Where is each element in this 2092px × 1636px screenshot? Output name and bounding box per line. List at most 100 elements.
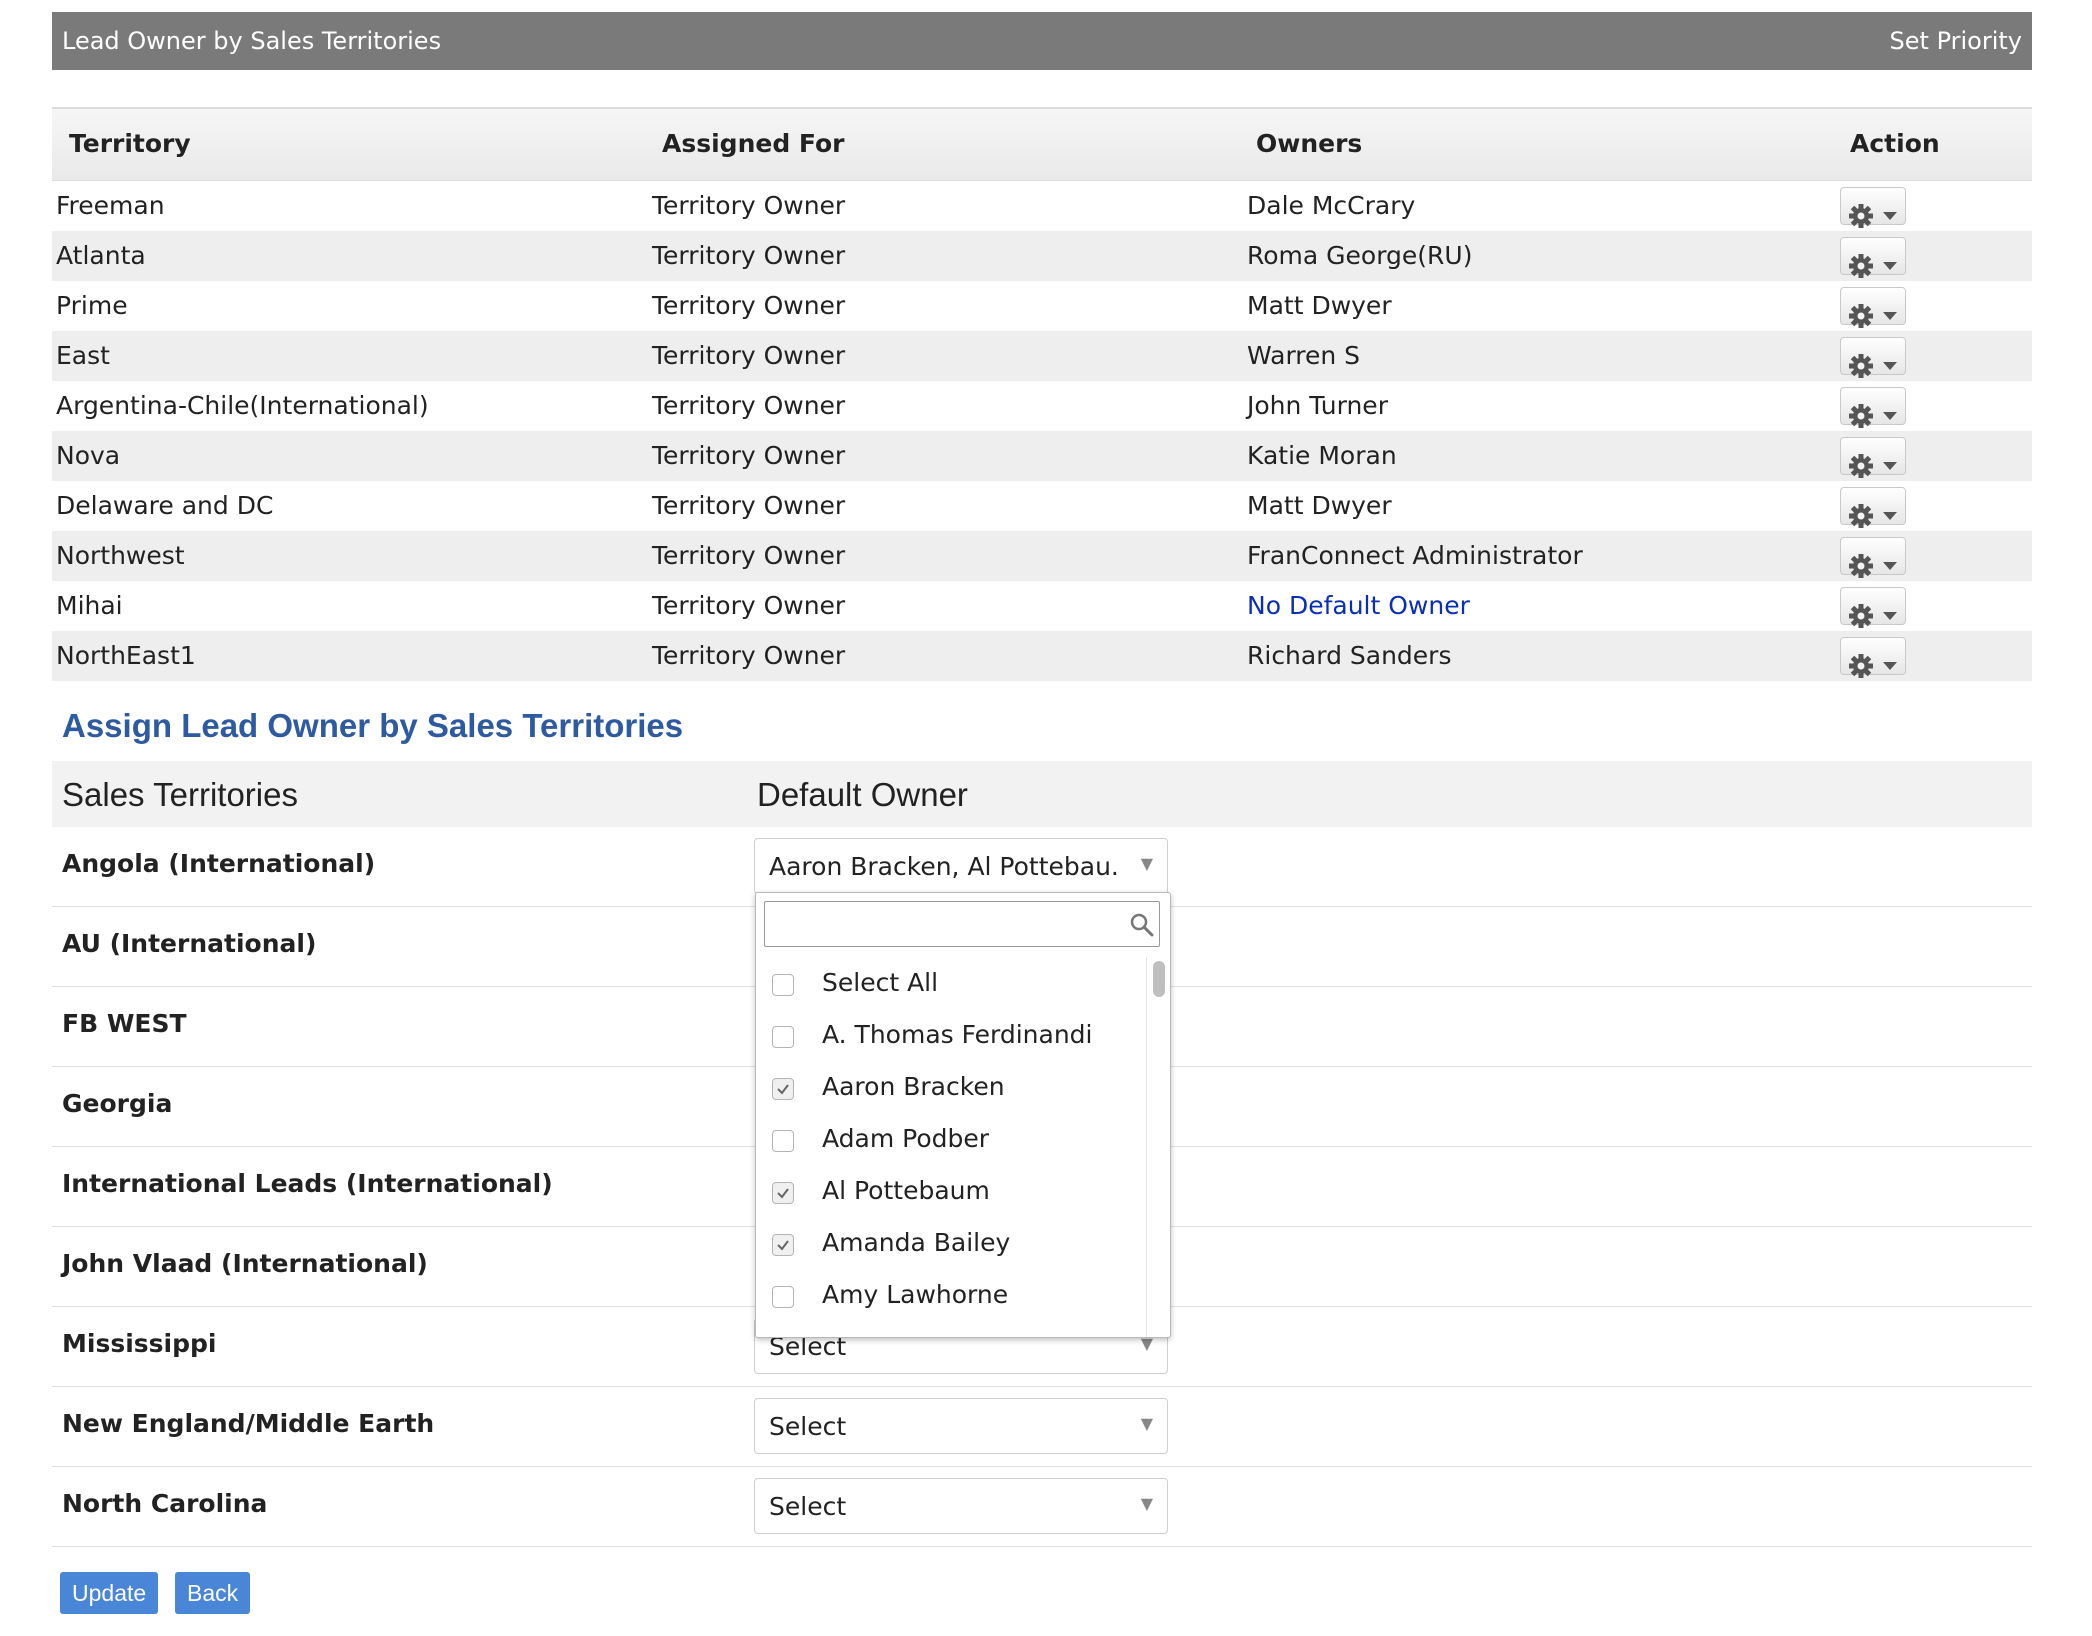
table-row: Northwest Territory Owner FranConnect Admi… xyxy=(52,531,2032,581)
assigned-for-cell: Territory Owner xyxy=(652,541,846,570)
set-priority-link[interactable]: Set Priority xyxy=(1890,27,2022,55)
page-header-bar: Lead Owner by Sales Territories Set Prio… xyxy=(52,12,2032,70)
column-header-owners: Owners xyxy=(1256,129,1363,158)
territory-label: Mississippi xyxy=(62,1329,217,1358)
action-gear-button[interactable] xyxy=(1840,537,1906,578)
action-gear-button[interactable] xyxy=(1840,487,1906,528)
back-button[interactable]: Back xyxy=(175,1572,251,1614)
assigned-for-cell: Territory Owner xyxy=(652,591,846,620)
territory-cell: NorthEast1 xyxy=(56,641,196,670)
territory-label: FB WEST xyxy=(62,1009,187,1038)
assigned-for-cell: Territory Owner xyxy=(652,191,846,220)
assigned-for-cell: Territory Owner xyxy=(652,241,846,270)
assigned-for-cell: Territory Owner xyxy=(652,491,846,520)
owner-option[interactable]: Amy Lawhorne xyxy=(756,1269,1146,1321)
option-checkbox[interactable] xyxy=(772,1130,794,1152)
action-gear-button[interactable] xyxy=(1840,587,1906,628)
territory-cell: Northwest xyxy=(56,541,185,570)
table-row: Delaware and DC Territory Owner Matt Dwyer xyxy=(52,481,2032,531)
owner-option[interactable]: Select All xyxy=(756,957,1146,1009)
option-checkbox[interactable] xyxy=(772,1234,794,1256)
territory-cell: Argentina-Chile(International) xyxy=(56,391,429,420)
owner-cell: Katie Moran xyxy=(1247,441,1397,470)
action-gear-button[interactable] xyxy=(1840,637,1906,678)
territory-label: Georgia xyxy=(62,1089,173,1118)
owner-cell: Roma George(RU) xyxy=(1247,241,1473,270)
column-header-action: Action xyxy=(1850,129,1940,158)
chevron-down-icon: ▼ xyxy=(1140,1494,1153,1513)
action-gear-button[interactable] xyxy=(1840,437,1906,478)
option-label: Amanda Bailey xyxy=(822,1228,1011,1257)
action-gear-button[interactable] xyxy=(1840,337,1906,378)
assigned-for-cell: Territory Owner xyxy=(652,441,846,470)
territory-cell: Delaware and DC xyxy=(56,491,274,520)
assigned-for-cell: Territory Owner xyxy=(652,641,846,670)
territory-table-header: Territory Assigned For Owners Action xyxy=(52,107,2032,181)
option-label: Select All xyxy=(822,968,939,997)
table-row: Argentina-Chile(International) Territory … xyxy=(52,381,2032,431)
assigned-for-cell: Territory Owner xyxy=(652,291,846,320)
action-gear-button[interactable] xyxy=(1840,237,1906,278)
column-header-default-owner: Default Owner xyxy=(757,776,968,813)
option-checkbox[interactable] xyxy=(772,1078,794,1100)
owner-option[interactable]: Adam Podber xyxy=(756,1113,1146,1165)
select-value: Aaron Bracken, Al Pottebau... xyxy=(769,852,1119,881)
table-row: NorthEast1 Territory Owner Richard Sanders xyxy=(52,631,2032,681)
territory-label: John Vlaad (International) xyxy=(62,1249,428,1278)
assigned-for-cell: Territory Owner xyxy=(652,391,846,420)
option-checkbox[interactable] xyxy=(772,1182,794,1204)
option-checkbox[interactable] xyxy=(772,1286,794,1308)
owner-multiselect-dropdown[interactable]: Select All A. Thomas Ferdinandi Aaron Brac… xyxy=(755,892,1171,1338)
option-checkbox[interactable] xyxy=(772,1026,794,1048)
owner-option[interactable]: A. Thomas Ferdinandi xyxy=(756,1009,1146,1061)
owner-option[interactable]: Al Pottebaum xyxy=(756,1165,1146,1217)
update-button[interactable]: Update xyxy=(60,1572,159,1614)
action-gear-button[interactable] xyxy=(1840,387,1906,428)
option-checkbox[interactable] xyxy=(772,974,794,996)
default-owner-select[interactable]: Select ▼ xyxy=(754,1398,1168,1454)
territory-cell: Freeman xyxy=(56,191,165,220)
table-row: Mihai Territory Owner No Default Owner xyxy=(52,581,2032,631)
select-value: Select xyxy=(769,1412,847,1441)
table-row: Atlanta Territory Owner Roma George(RU) xyxy=(52,231,2032,281)
owner-cell: Dale McCrary xyxy=(1247,191,1416,220)
default-owner-select[interactable]: Select ▼ xyxy=(754,1478,1168,1534)
owner-option[interactable]: Aaron Bracken xyxy=(756,1061,1146,1113)
page-title: Lead Owner by Sales Territories xyxy=(62,27,442,55)
territory-table-body: Freeman Territory Owner Dale McCrary Atlant… xyxy=(52,181,2032,681)
chevron-down-icon: ▼ xyxy=(1140,1414,1153,1433)
option-label: Aaron Bracken xyxy=(822,1072,1005,1101)
default-owner-select[interactable]: Aaron Bracken, Al Pottebau... ▼ xyxy=(754,838,1168,894)
territory-label: North Carolina xyxy=(62,1489,268,1518)
search-icon xyxy=(1130,913,1154,941)
action-gear-button[interactable] xyxy=(1840,287,1906,328)
owner-cell: Richard Sanders xyxy=(1247,641,1452,670)
dropdown-scrollbar[interactable] xyxy=(1146,957,1170,1337)
column-header-territory: Territory xyxy=(69,129,191,158)
owner-cell: Matt Dwyer xyxy=(1247,291,1392,320)
action-gear-button[interactable] xyxy=(1840,187,1906,228)
territory-cell: Prime xyxy=(56,291,128,320)
territory-label: New England/Middle Earth xyxy=(62,1409,435,1438)
column-header-sales-territories: Sales Territories xyxy=(62,776,298,813)
option-label: A. Thomas Ferdinandi xyxy=(822,1020,1093,1049)
owner-cell: John Turner xyxy=(1247,391,1388,420)
assign-section-title: Assign Lead Owner by Sales Territories xyxy=(62,707,684,744)
dropdown-scrollbar-thumb[interactable] xyxy=(1153,961,1165,997)
owner-option[interactable]: Amanda Bailey xyxy=(756,1217,1146,1269)
territory-cell: Mihai xyxy=(56,591,123,620)
table-row: Nova Territory Owner Katie Moran xyxy=(52,431,2032,481)
territory-assign-row: New England/Middle Earth Select ▼ xyxy=(52,1387,2032,1467)
territory-cell: Atlanta xyxy=(56,241,146,270)
option-label: Adam Podber xyxy=(822,1124,990,1153)
column-header-assigned-for: Assigned For xyxy=(662,129,845,158)
assign-form-header: Sales Territories Default Owner xyxy=(52,761,2032,827)
table-row: East Territory Owner Warren S xyxy=(52,331,2032,381)
chevron-down-icon: ▼ xyxy=(1140,854,1153,873)
table-row: Prime Territory Owner Matt Dwyer xyxy=(52,281,2032,331)
table-row: Freeman Territory Owner Dale McCrary xyxy=(52,181,2032,231)
owner-cell[interactable]: No Default Owner xyxy=(1247,591,1470,620)
owner-options-list: Select All A. Thomas Ferdinandi Aaron Brac… xyxy=(756,957,1146,1321)
owner-search-input[interactable] xyxy=(764,901,1160,947)
owner-cell: FranConnect Administrator xyxy=(1247,541,1583,570)
